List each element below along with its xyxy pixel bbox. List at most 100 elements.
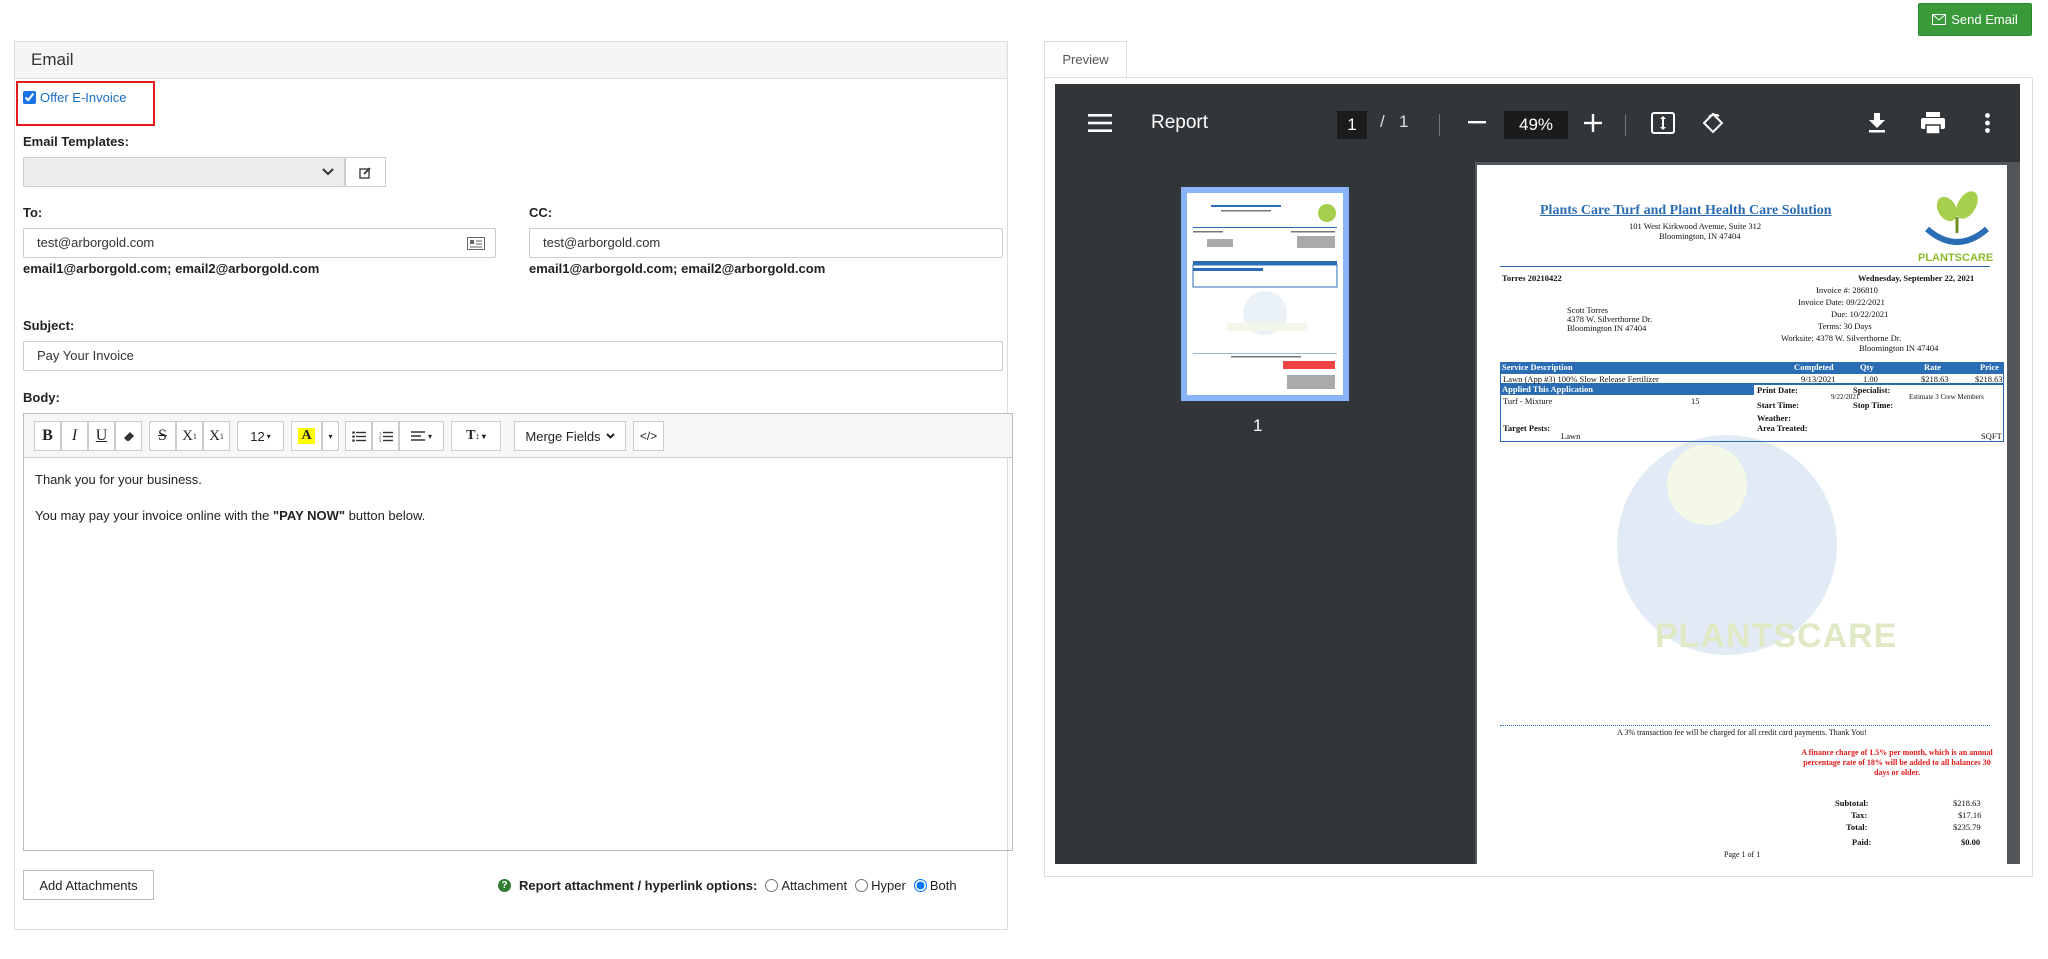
print-icon[interactable] — [1918, 108, 1948, 138]
align-button[interactable]: ▾ — [399, 421, 444, 451]
zoom-input[interactable]: 49% — [1504, 111, 1568, 139]
option-hyper-radio[interactable] — [855, 879, 869, 892]
cc-hint: email1@arborgold.com; email2@arborgold.c… — [529, 261, 826, 276]
finance-note: A finance charge of 1.5% per month, whic… — [1787, 748, 2007, 778]
col-completed: Completed — [1794, 362, 1834, 372]
company-address-1: 101 West Kirkwood Avenue, Suite 312 — [1629, 221, 1762, 231]
option-hyper[interactable]: Hyper — [855, 878, 906, 893]
option-both[interactable]: Both — [913, 878, 957, 893]
report-options: ? Report attachment / hyperlink options:… — [498, 878, 957, 893]
email-panel: Email Offer E-Invoice Email Templates: T… — [14, 41, 1013, 930]
paid-label: Paid: — [1852, 837, 1872, 847]
worksite-1: Worksite: 4378 W. Silverthorne Dr. — [1781, 333, 1902, 343]
header-rule — [1500, 266, 1990, 267]
target-pests-value: Lawn — [1561, 431, 1581, 441]
invoice-terms: Terms: 30 Days — [1818, 321, 1872, 331]
footer-rule — [1500, 725, 1990, 726]
cc-input[interactable]: test@arborgold.com — [529, 228, 1003, 258]
download-icon[interactable] — [1862, 108, 1892, 138]
tab-preview[interactable]: Preview — [1044, 41, 1127, 77]
underline-button[interactable]: U — [88, 421, 115, 451]
invoice-due: Due: 10/22/2021 — [1831, 309, 1889, 319]
option-attachment-radio[interactable] — [765, 879, 779, 892]
bullet-list-button[interactable] — [345, 421, 372, 451]
superscript-button[interactable]: X1 — [176, 421, 203, 451]
code-view-button[interactable]: </> — [633, 421, 664, 451]
subject-value: Pay Your Invoice — [37, 348, 134, 363]
question-icon[interactable]: ? — [498, 879, 511, 892]
edit-template-button[interactable] — [345, 157, 386, 187]
option-both-radio[interactable] — [913, 879, 927, 892]
zoom-out-icon[interactable] — [1462, 108, 1492, 138]
send-email-button[interactable]: Send Email — [1918, 3, 2032, 36]
col-price: Price — [1980, 362, 1999, 372]
zoom-in-icon[interactable] — [1578, 108, 1608, 138]
menu-icon[interactable] — [1085, 108, 1115, 138]
bold-button[interactable]: B — [34, 421, 61, 451]
company-name: Plants Care Turf and Plant Health Care S… — [1540, 203, 1832, 218]
merge-fields-button[interactable]: Merge Fields — [514, 421, 626, 451]
client-address-2: Bloomington IN 47404 — [1567, 323, 1647, 333]
highlight-color-dropdown[interactable]: ▾ — [322, 421, 339, 451]
strikethrough-button[interactable]: S — [149, 421, 176, 451]
row-qty: 1.00 — [1863, 374, 1878, 384]
print-date-label: Print Date: — [1757, 385, 1798, 395]
highlight-a-icon: A — [298, 428, 315, 444]
editor-content[interactable]: Thank you for your business. You may pay… — [24, 458, 1012, 554]
eraser-icon — [123, 432, 134, 441]
address-book-icon[interactable] — [467, 237, 485, 250]
add-attachments-button[interactable]: Add Attachments — [23, 870, 154, 900]
more-options-icon[interactable] — [1972, 108, 2002, 138]
pdf-viewer: Report 1 / 1 49% 1 PLANTSCARE Plants Car… — [1055, 84, 2020, 864]
tax-value: $17.16 — [1958, 810, 1982, 820]
subscript-button[interactable]: X1 — [203, 421, 230, 451]
to-input[interactable]: test@arborgold.com — [23, 228, 496, 258]
email-templates-select[interactable] — [23, 157, 345, 187]
col-service: Service Description — [1502, 362, 1573, 372]
company-address-2: Bloomington, IN 47404 — [1659, 231, 1741, 241]
offer-einvoice-label[interactable]: Offer E-Invoice — [40, 90, 126, 105]
envelope-icon — [1932, 14, 1947, 25]
row-price: $218.63 — [1975, 374, 2003, 384]
clear-format-button[interactable] — [115, 421, 142, 451]
service-table-row: Lawn (App #3) 100% Slow Release Fertiliz… — [1500, 373, 2004, 384]
cc-label: CC: — [529, 205, 553, 220]
page-number-input[interactable]: 1 — [1337, 111, 1367, 139]
body-line-1: Thank you for your business. — [35, 472, 202, 487]
subject-input[interactable]: Pay Your Invoice — [23, 341, 1003, 371]
offer-einvoice[interactable]: Offer E-Invoice — [23, 90, 126, 105]
font-size-button[interactable]: 12 ▾ — [237, 421, 284, 451]
caret-down-icon: ▾ — [427, 431, 432, 441]
page-thumbnail[interactable] — [1181, 187, 1349, 401]
thumbnail-sidebar: 1 — [1055, 162, 1475, 864]
text-style-button[interactable]: T↕ ▾ — [451, 421, 501, 451]
logo-text: PLANTSCARE — [1918, 252, 1994, 264]
page-total: 1 — [1399, 112, 1409, 131]
specialist-label: Specialist: — [1853, 385, 1891, 395]
area-treated-label: Area Treated: — [1757, 423, 1808, 433]
application-details: Turf - Mixture 15 Print Date: 9/22/2021 … — [1500, 384, 2004, 442]
body-line-2-suffix: button below. — [345, 508, 426, 523]
code-icon: </> — [639, 429, 658, 443]
finance-note-1: A finance charge of 1.5% per month, whic… — [1801, 748, 1993, 757]
highlight-color-button[interactable]: A — [291, 421, 322, 451]
subtotal-label: Subtotal: — [1835, 798, 1869, 808]
option-attachment[interactable]: Attachment — [765, 878, 847, 893]
row-service: Lawn (App #3) 100% Slow Release Fertiliz… — [1503, 374, 1659, 384]
total-value: $235.79 — [1953, 822, 1981, 832]
option-hyper-label: Hyper — [871, 878, 906, 893]
row-rate: $218.63 — [1921, 374, 1949, 384]
page-footer: Page 1 of 1 — [1724, 850, 1761, 859]
rotate-icon[interactable] — [1698, 108, 1728, 138]
numbered-list-button[interactable]: 123 — [372, 421, 399, 451]
thumbnail-page-number: 1 — [1253, 416, 1263, 435]
fit-page-icon[interactable] — [1648, 108, 1678, 138]
area-treated-value: SQFT — [1981, 431, 2002, 441]
stop-time-label: Stop Time: — [1853, 400, 1894, 410]
italic-button[interactable]: I — [61, 421, 88, 451]
report-options-label: Report attachment / hyperlink options: — [519, 878, 758, 893]
align-left-icon — [410, 431, 425, 441]
offer-einvoice-checkbox[interactable] — [23, 91, 36, 104]
to-input-placeholder: test@arborgold.com — [37, 235, 155, 250]
applied-qty: 15 — [1691, 396, 1700, 406]
